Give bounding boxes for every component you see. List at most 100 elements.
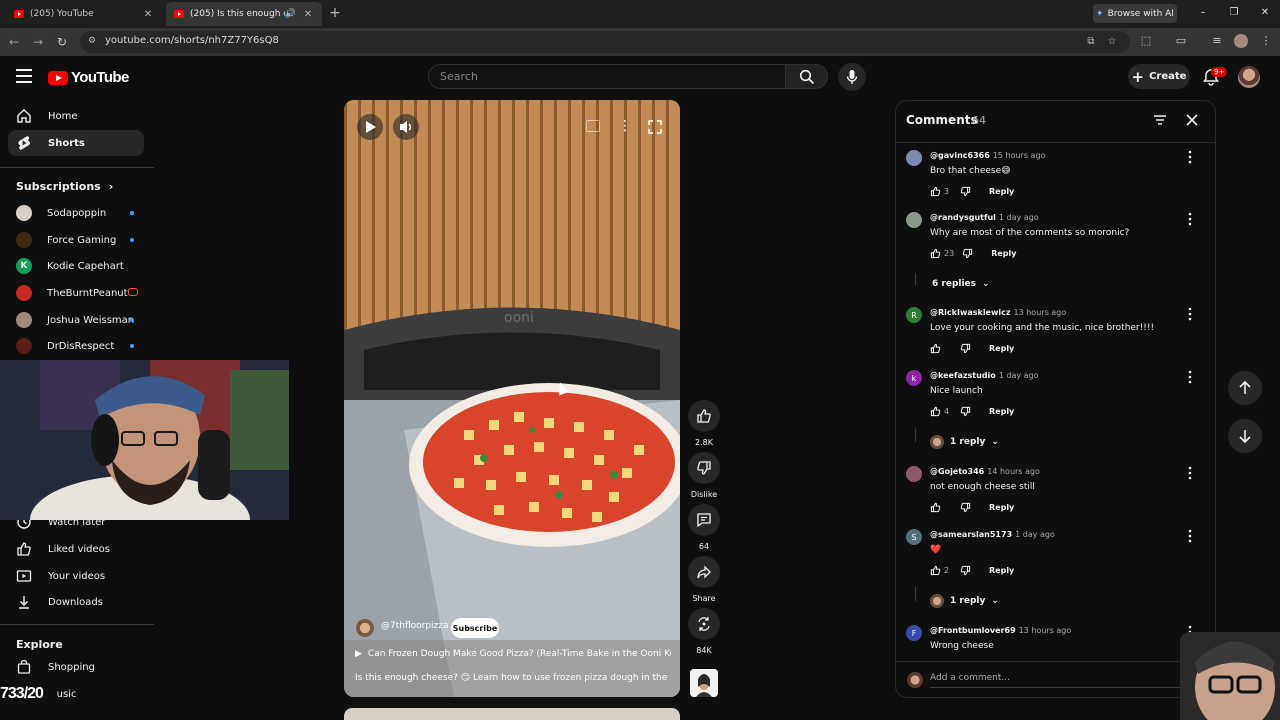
commenter-avatar[interactable]: k [906, 370, 922, 386]
close-tab-icon[interactable]: ✕ [302, 9, 314, 20]
bookmark-star-icon[interactable]: ☆ [1105, 35, 1119, 49]
forward-icon[interactable]: → [30, 34, 46, 50]
close-icon[interactable] [1185, 113, 1199, 127]
commenter-avatar[interactable]: S [906, 529, 922, 545]
audio-playing-icon[interactable]: 🔊 [285, 9, 296, 19]
commenter-avatar[interactable]: R [906, 307, 922, 323]
commenter-avatar[interactable] [906, 150, 922, 166]
channel-handle[interactable]: @7thfloorpizza [381, 621, 449, 631]
comment-author[interactable]: @randysgutful [930, 213, 996, 222]
new-tab-button[interactable]: + [328, 5, 342, 21]
browse-with-ai-button[interactable]: ✦ Browse with AI [1093, 4, 1177, 23]
thumbs-down-icon[interactable] [960, 406, 971, 417]
captions-icon[interactable] [586, 120, 600, 132]
close-window-icon[interactable]: ✕ [1257, 6, 1273, 20]
volume-button[interactable] [393, 114, 419, 140]
view-replies-button[interactable]: 6 replies ⌄ [932, 279, 990, 289]
browser-menu-icon[interactable]: ⋮ [1259, 34, 1273, 48]
voice-search-button[interactable] [838, 63, 866, 91]
reply-button[interactable]: Reply [989, 566, 1014, 575]
short-video-player[interactable]: ooni ⋮ [344, 100, 680, 697]
comment-more-icon[interactable] [1185, 212, 1195, 226]
comment-time[interactable]: 1 day ago [1015, 530, 1055, 539]
comment-author[interactable]: @RickIwaskiewicz [930, 308, 1011, 317]
subscription-channel[interactable]: Force Gaming [16, 231, 146, 249]
comment-author[interactable]: @gavinc6366 [930, 151, 990, 160]
like-button[interactable] [688, 400, 720, 432]
dislike-action[interactable]: Dislike [688, 452, 720, 499]
remix-button[interactable] [688, 608, 720, 640]
reading-list-icon[interactable]: ≡ [1210, 34, 1224, 48]
install-app-icon[interactable]: ⧉ [1084, 35, 1098, 49]
short-description[interactable]: Is this enough cheese? 😏 Learn how to us… [355, 673, 671, 683]
address-bar[interactable]: ⚙ youtube.com/shorts/nh7Z77Y6sQ8 ⧉ ☆ [80, 31, 1130, 53]
thumbs-up-icon[interactable] [930, 565, 941, 576]
reload-icon[interactable]: ↻ [54, 34, 70, 50]
extensions-icon[interactable]: ⬚ [1139, 34, 1153, 48]
view-replies-button[interactable]: 1 reply ⌄ [930, 594, 999, 608]
like-action[interactable]: 2.8K [688, 400, 720, 447]
dislike-button[interactable] [688, 452, 720, 484]
comment-time[interactable]: 14 hours ago [987, 467, 1040, 476]
thumbs-up-icon[interactable] [930, 406, 941, 417]
thumbs-up-icon[interactable] [930, 502, 941, 513]
sort-icon[interactable] [1153, 113, 1167, 127]
minimize-icon[interactable]: – [1195, 6, 1211, 20]
close-tab-icon[interactable]: ✕ [142, 9, 154, 20]
media-icon[interactable]: ▭ [1174, 34, 1188, 48]
comment-time[interactable]: 1 day ago [999, 213, 1039, 222]
comment-author[interactable]: @Frontbumlover69 [930, 626, 1016, 635]
comment-time[interactable]: 1 day ago [999, 371, 1039, 380]
thumbs-down-icon[interactable] [962, 248, 973, 259]
commenter-avatar[interactable]: F [906, 625, 922, 641]
subscription-channel[interactable]: K Kodie Capehart [16, 257, 146, 275]
thumbs-up-icon[interactable] [930, 248, 941, 259]
back-icon[interactable]: ← [6, 34, 22, 50]
share-button[interactable] [688, 556, 720, 588]
reply-button[interactable]: Reply [989, 344, 1014, 353]
comment-more-icon[interactable] [1185, 466, 1195, 480]
channel-avatar[interactable] [356, 619, 374, 637]
reply-button[interactable]: Reply [989, 187, 1014, 196]
related-video-link[interactable]: ▶ Can Frozen Dough Make Good Pizza? (Rea… [355, 649, 671, 659]
thumbs-up-icon[interactable] [930, 186, 941, 197]
sidebar-item-shopping[interactable]: Shopping [8, 654, 144, 680]
thumbs-up-icon[interactable] [930, 343, 941, 354]
fullscreen-icon[interactable] [648, 120, 662, 134]
comment-author[interactable]: @samearslan5173 [930, 530, 1012, 539]
thumbs-down-icon[interactable] [960, 343, 971, 354]
site-info-icon[interactable]: ⚙ [88, 36, 99, 47]
browser-tab-youtube[interactable]: (205) YouTube ✕ [6, 2, 162, 26]
comment-more-icon[interactable] [1185, 529, 1195, 543]
reply-button[interactable]: Reply [989, 503, 1014, 512]
sound-thumbnail[interactable] [690, 669, 718, 697]
subscription-channel[interactable]: DrDisRespect [16, 337, 146, 355]
thumbs-down-icon[interactable] [960, 186, 971, 197]
commenter-avatar[interactable] [906, 466, 922, 482]
sidebar-item-home[interactable]: Home [8, 103, 144, 129]
thumbs-down-icon[interactable] [960, 502, 971, 513]
comment-more-icon[interactable] [1185, 150, 1195, 164]
commenter-avatar[interactable] [906, 212, 922, 228]
profile-avatar[interactable] [1234, 34, 1248, 48]
subscription-channel[interactable]: Joshua Weissman [16, 311, 146, 329]
next-short-thumbnail[interactable] [344, 708, 680, 720]
subscription-channel[interactable]: Sodapoppin [16, 204, 146, 222]
play-button[interactable] [357, 114, 383, 140]
reply-button[interactable]: Reply [991, 249, 1016, 258]
create-button[interactable]: + Create [1128, 64, 1190, 89]
share-action[interactable]: Share [688, 556, 720, 603]
remix-action[interactable]: 84K [688, 608, 720, 655]
youtube-logo[interactable]: YouTube [48, 69, 129, 86]
search-input[interactable]: Search [428, 64, 786, 89]
comment-time[interactable]: 13 hours ago [1019, 626, 1072, 635]
view-replies-button[interactable]: 1 reply ⌄ [930, 435, 999, 449]
hamburger-menu-icon[interactable] [16, 69, 32, 83]
comment-more-icon[interactable] [1185, 370, 1195, 384]
comment-more-icon[interactable] [1185, 307, 1195, 321]
comments-action[interactable]: 64 [688, 504, 720, 551]
comment-author[interactable]: @Gojeto346 [930, 467, 984, 476]
comment-time[interactable]: 15 hours ago [993, 151, 1046, 160]
sidebar-item-your-videos[interactable]: Your videos [8, 563, 144, 589]
next-short-button[interactable] [1228, 419, 1262, 453]
